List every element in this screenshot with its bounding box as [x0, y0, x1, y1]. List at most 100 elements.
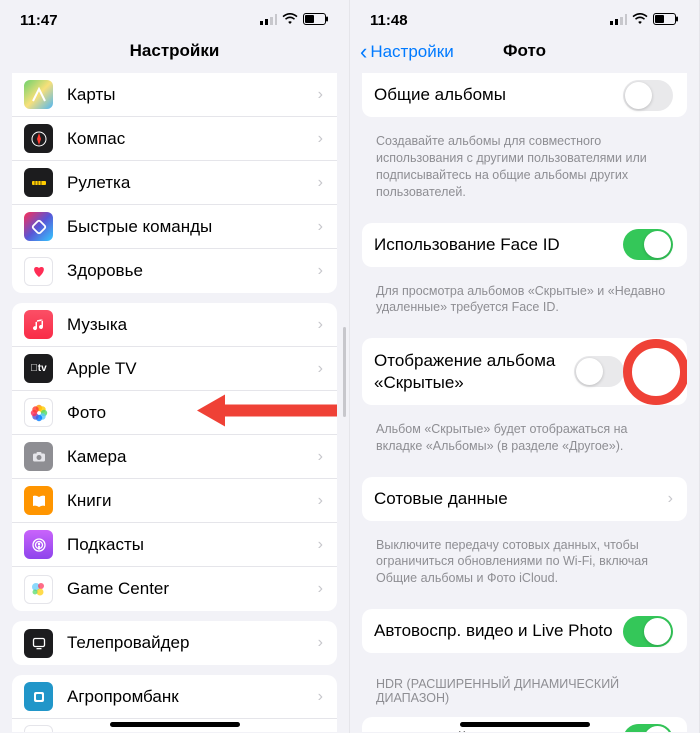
music-icon	[24, 310, 53, 339]
settings-main-screen: 11:47 Настройки Карты › Компас ›	[0, 0, 350, 733]
compass-icon	[24, 124, 53, 153]
chevron-right-icon: ›	[318, 634, 323, 652]
tvprovider-icon	[24, 629, 53, 658]
group-hidden: Отображение альбома «Скрытые»	[362, 338, 687, 405]
home-indicator[interactable]	[110, 722, 240, 727]
row-agro[interactable]: Агропромбанк ›	[12, 675, 337, 719]
row-label: Сотовые данные	[374, 489, 668, 509]
signal-icon	[260, 12, 277, 29]
battery-icon	[303, 12, 329, 29]
row-label: Game Center	[67, 579, 318, 599]
row-faceid[interactable]: Использование Face ID	[362, 223, 687, 267]
row-gamecenter[interactable]: Game Center ›	[12, 567, 337, 611]
back-button[interactable]: ‹ Настройки	[360, 41, 454, 63]
row-label: Компас	[67, 129, 318, 149]
row-health[interactable]: Здоровье ›	[12, 249, 337, 293]
chevron-right-icon: ›	[318, 688, 323, 706]
row-cellular[interactable]: Сотовые данные ›	[362, 477, 687, 521]
group-shared-albums: Общие альбомы	[362, 73, 687, 117]
footer-shared-albums: Создавайте альбомы для совместного испол…	[350, 127, 699, 215]
row-appletv[interactable]: tv Apple TV ›	[12, 347, 337, 391]
camera-icon	[24, 442, 53, 471]
settings-scroll[interactable]: Карты › Компас › Рулетка ›	[0, 73, 349, 732]
status-time: 11:48	[370, 12, 408, 29]
toggle-autoplay[interactable]	[623, 616, 673, 647]
agro-icon	[24, 682, 53, 711]
status-right	[610, 12, 679, 29]
row-shared-albums[interactable]: Общие альбомы	[362, 73, 687, 117]
chevron-right-icon: ›	[318, 448, 323, 466]
row-label: Камера	[67, 447, 318, 467]
row-autoplay[interactable]: Автовоспр. видео и Live Photo	[362, 609, 687, 653]
wifi-icon	[632, 12, 648, 29]
row-hidden-album[interactable]: Отображение альбома «Скрытые»	[362, 338, 687, 405]
photos-icon	[24, 398, 53, 427]
row-label: См. полный HDR	[374, 729, 623, 732]
footer-cellular: Выключите передачу сотовых данных, чтобы…	[350, 531, 699, 602]
settings-group-2: Музыка › tv Apple TV › Фото ›	[12, 303, 337, 611]
row-label: Книги	[67, 491, 318, 511]
row-books[interactable]: Книги ›	[12, 479, 337, 523]
gamecenter-icon	[24, 575, 53, 604]
row-shortcuts[interactable]: Быстрые команды ›	[12, 205, 337, 249]
page-title: Фото	[503, 41, 546, 60]
shortcuts-icon	[24, 212, 53, 241]
row-tvprovider[interactable]: Телепровайдер ›	[12, 621, 337, 665]
health-icon	[24, 257, 53, 286]
podcasts-icon	[24, 530, 53, 559]
row-label: Агропромбанк	[67, 687, 318, 707]
home-indicator[interactable]	[460, 722, 590, 727]
chevron-right-icon: ›	[318, 130, 323, 148]
photos-settings-screen: 11:48 ‹ Настройки Фото Общие альбомы Соз…	[350, 0, 700, 733]
row-label: Быстрые команды	[67, 217, 318, 237]
settings-title: Настройки	[0, 31, 349, 73]
row-label: Apple TV	[67, 359, 318, 379]
header-hdr: HDR (РАСШИРЕННЫЙ ДИНАМИЧЕСКИЙ ДИАПАЗОН)	[350, 663, 699, 709]
disk-icon	[24, 725, 53, 732]
row-label: Рулетка	[67, 173, 318, 193]
row-label: Диск	[67, 730, 318, 733]
row-label: Отображение альбома «Скрытые»	[374, 344, 574, 399]
chevron-right-icon: ›	[318, 218, 323, 236]
status-time: 11:47	[20, 12, 58, 29]
scrollbar[interactable]	[343, 327, 346, 417]
row-label: Подкасты	[67, 535, 318, 555]
row-label: Общие альбомы	[374, 85, 623, 105]
chevron-right-icon: ›	[318, 731, 323, 733]
status-bar: 11:47	[0, 6, 349, 31]
wifi-icon	[282, 12, 298, 29]
row-music[interactable]: Музыка ›	[12, 303, 337, 347]
measure-icon	[24, 168, 53, 197]
chevron-right-icon: ›	[318, 316, 323, 334]
books-icon	[24, 486, 53, 515]
photos-header: ‹ Настройки Фото	[350, 31, 699, 73]
toggle-faceid[interactable]	[623, 229, 673, 260]
settings-group-1: Карты › Компас › Рулетка ›	[12, 73, 337, 293]
row-label: Использование Face ID	[374, 235, 623, 255]
chevron-right-icon: ›	[318, 174, 323, 192]
chevron-right-icon: ›	[318, 492, 323, 510]
status-bar: 11:48	[350, 6, 699, 31]
row-label: Автовоспр. видео и Live Photo	[374, 621, 623, 641]
footer-faceid: Для просмотра альбомов «Скрытые» и «Неда…	[350, 277, 699, 331]
row-compass[interactable]: Компас ›	[12, 117, 337, 161]
chevron-left-icon: ‹	[360, 41, 367, 63]
toggle-hidden-album[interactable]	[574, 356, 624, 387]
row-maps[interactable]: Карты ›	[12, 73, 337, 117]
battery-icon	[653, 12, 679, 29]
footer-hidden: Альбом «Скрытые» будет отображаться на в…	[350, 415, 699, 469]
row-photos[interactable]: Фото ›	[12, 391, 337, 435]
status-right	[260, 12, 329, 29]
chevron-right-icon: ›	[668, 490, 673, 508]
chevron-right-icon: ›	[318, 404, 323, 422]
row-podcasts[interactable]: Подкасты ›	[12, 523, 337, 567]
toggle-shared-albums[interactable]	[623, 80, 673, 111]
settings-group-3: Телепровайдер ›	[12, 621, 337, 665]
photos-scroll[interactable]: Общие альбомы Создавайте альбомы для сов…	[350, 73, 699, 732]
row-label: Здоровье	[67, 261, 318, 281]
row-camera[interactable]: Камера ›	[12, 435, 337, 479]
row-measure[interactable]: Рулетка ›	[12, 161, 337, 205]
chevron-right-icon: ›	[318, 580, 323, 598]
toggle-hdr[interactable]	[623, 724, 673, 732]
chevron-right-icon: ›	[318, 536, 323, 554]
